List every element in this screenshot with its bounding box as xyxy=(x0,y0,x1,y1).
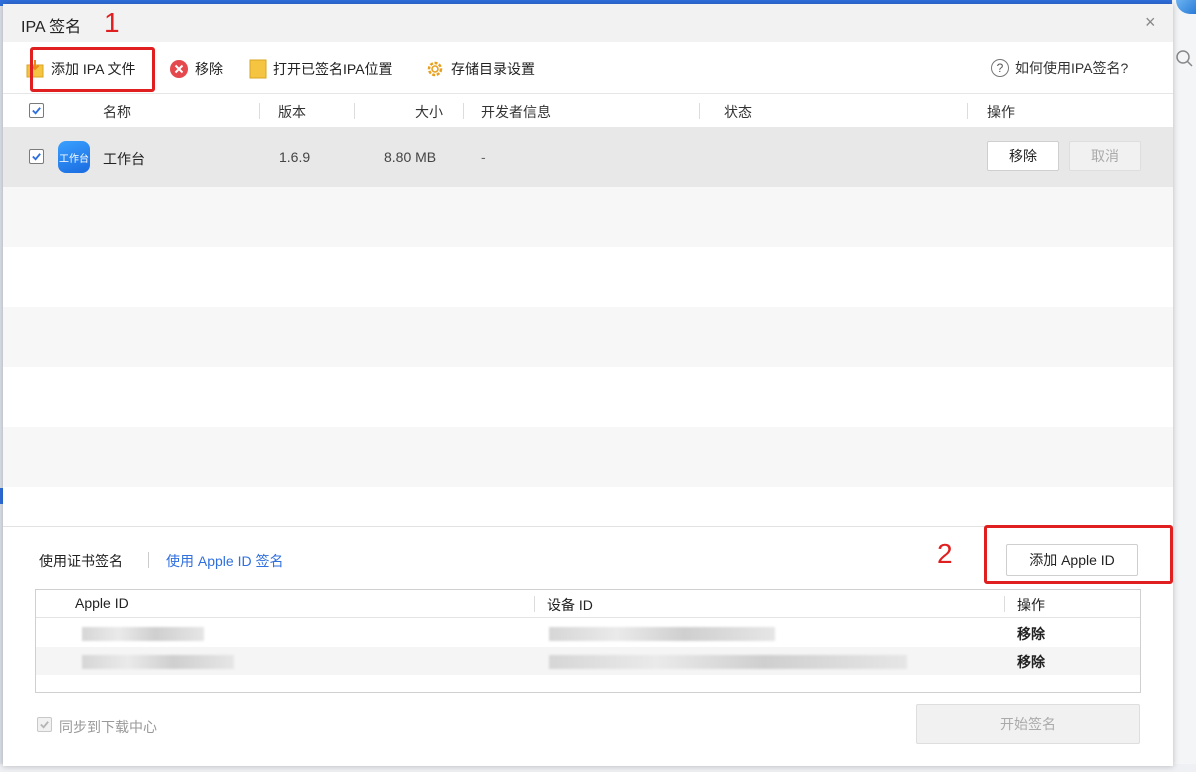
column-divider xyxy=(534,596,535,612)
column-divider xyxy=(259,103,260,119)
annotation-highlight-add-ipa xyxy=(30,47,155,92)
toolbar: 添加 IPA 文件 移除 打开已签名IPA位置 存储目录设置 ? 如何使用IPA… xyxy=(3,42,1173,94)
storage-settings-label: 存储目录设置 xyxy=(451,61,535,77)
select-all-checkbox[interactable] xyxy=(29,103,44,118)
id-remove-link[interactable]: 移除 xyxy=(1017,652,1045,672)
redacted-apple-id xyxy=(82,627,204,641)
sync-checkbox[interactable] xyxy=(37,717,52,732)
column-actions: 操作 xyxy=(987,104,1015,120)
apple-id-table-header: Apple ID 设备 ID 操作 xyxy=(36,590,1140,618)
folder-icon xyxy=(249,59,267,79)
column-divider xyxy=(1004,596,1005,612)
annotation-marker-2: 2 xyxy=(937,538,953,569)
id-remove-link[interactable]: 移除 xyxy=(1017,624,1045,644)
dialog-title: IPA 签名 xyxy=(21,19,82,36)
table-row: 移除 xyxy=(36,647,1140,675)
dialog-titlebar: IPA 签名 × xyxy=(3,4,1173,42)
checkmark-icon xyxy=(32,107,41,115)
tab-certificate-signing[interactable]: 使用证书签名 xyxy=(39,551,123,571)
column-developer: 开发者信息 xyxy=(481,104,551,120)
column-divider xyxy=(967,103,968,119)
open-signed-location-button[interactable]: 打开已签名IPA位置 xyxy=(249,58,393,80)
tab-apple-id-signing[interactable]: 使用 Apple ID 签名 xyxy=(166,551,283,571)
sync-label: 同步到下载中心 xyxy=(59,719,157,735)
app-icon: 工作台 xyxy=(58,141,90,173)
help-link[interactable]: ? 如何使用IPA签名? xyxy=(991,58,1128,78)
ipa-sign-dialog: IPA 签名 × 添加 IPA 文件 移除 打开已签名IPA位置 存储目录设置 … xyxy=(3,4,1173,766)
start-signing-button[interactable]: 开始签名 xyxy=(916,704,1140,744)
column-size: 大小 xyxy=(415,104,443,120)
redacted-apple-id xyxy=(82,655,234,669)
column-apple-id: Apple ID xyxy=(75,595,129,611)
column-device-id: 设备 ID xyxy=(547,597,593,613)
app-developer: - xyxy=(481,149,486,165)
checkmark-icon xyxy=(40,721,49,729)
annotation-marker-1: 1 xyxy=(104,7,120,38)
storage-settings-button[interactable]: 存储目录设置 xyxy=(425,58,535,80)
empty-row xyxy=(3,427,1173,487)
remove-label: 移除 xyxy=(195,61,223,77)
table-row[interactable]: 工作台 工作台 1.6.9 8.80 MB - 移除 取消 xyxy=(3,127,1173,187)
help-label: 如何使用IPA签名? xyxy=(1015,60,1129,76)
row-checkbox[interactable] xyxy=(29,149,44,164)
tab-divider xyxy=(148,552,149,568)
column-divider xyxy=(699,103,700,119)
checkmark-icon xyxy=(32,153,41,161)
table-row: 移除 xyxy=(36,619,1140,647)
app-name: 工作台 xyxy=(103,151,145,167)
annotation-highlight-add-apple-id xyxy=(984,525,1173,584)
redacted-device-id xyxy=(549,655,907,669)
ipa-table-header: 名称 版本 大小 开发者信息 状态 操作 xyxy=(3,95,1173,127)
redacted-device-id xyxy=(549,627,775,641)
column-status: 状态 xyxy=(724,104,752,120)
app-size: 8.80 MB xyxy=(384,149,437,165)
empty-row xyxy=(3,187,1173,247)
apple-id-table: Apple ID 设备 ID 操作 移除 移除 xyxy=(35,589,1141,693)
gear-icon xyxy=(425,59,445,79)
column-divider xyxy=(463,103,464,119)
column-id-actions: 操作 xyxy=(1017,597,1045,613)
column-version: 版本 xyxy=(278,104,306,120)
remove-button[interactable]: 移除 xyxy=(169,58,223,80)
empty-row xyxy=(3,307,1173,367)
close-icon[interactable]: × xyxy=(1145,12,1156,33)
row-remove-button[interactable]: 移除 xyxy=(987,141,1059,171)
column-divider xyxy=(354,103,355,119)
column-name: 名称 xyxy=(103,104,131,120)
row-cancel-button[interactable]: 取消 xyxy=(1069,141,1141,171)
question-icon: ? xyxy=(991,59,1009,77)
remove-icon xyxy=(169,59,189,79)
app-version: 1.6.9 xyxy=(279,149,311,165)
open-signed-location-label: 打开已签名IPA位置 xyxy=(273,61,393,77)
background-app-sidebar xyxy=(1172,0,1196,772)
background-search-icon xyxy=(1176,50,1193,67)
